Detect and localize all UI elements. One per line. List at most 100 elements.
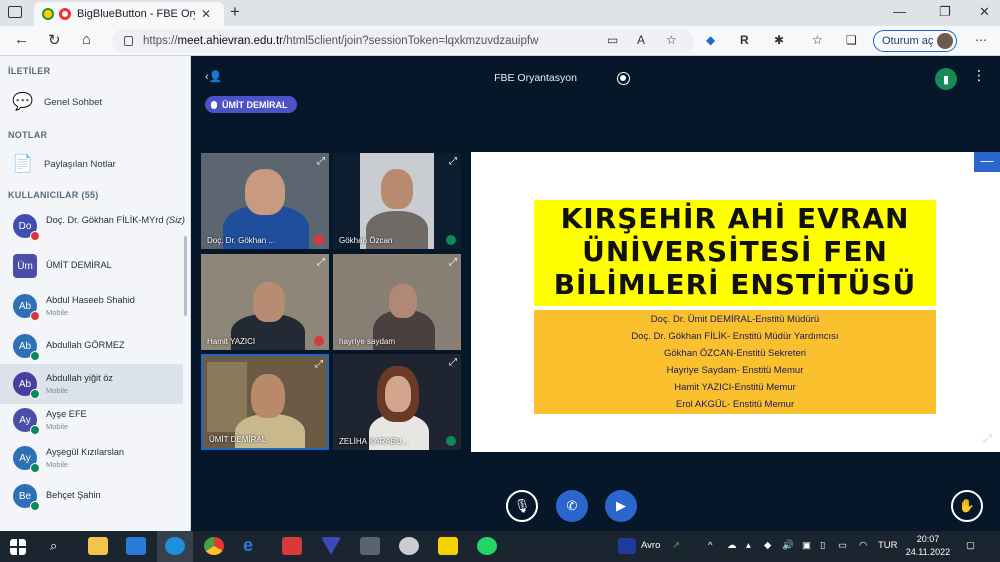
user-list-item[interactable]: Ay Ayşegül Kızılarslan Mobile bbox=[0, 438, 183, 478]
expand-icon[interactable]: ⤢ bbox=[317, 257, 325, 268]
tab-actions-icon[interactable] bbox=[8, 6, 22, 18]
clock-time: 20:07 bbox=[916, 534, 940, 544]
video-tile[interactable]: ⤢ ZELİHA KARABU... bbox=[333, 354, 461, 450]
wifi-icon[interactable]: ◠ bbox=[859, 540, 867, 551]
recording-indicator-icon[interactable] bbox=[617, 72, 630, 85]
user-list-item[interactable]: Ab Abdul Haseeb Shahid Mobile bbox=[0, 286, 183, 326]
dropbox-icon[interactable]: ◆ bbox=[764, 540, 771, 551]
mail-icon[interactable] bbox=[126, 537, 146, 555]
clock[interactable]: 20:07 24.11.2022 bbox=[900, 533, 956, 559]
video-tile[interactable]: ⤢ Gökhan Özcan bbox=[333, 153, 461, 249]
file-explorer-icon[interactable] bbox=[88, 537, 108, 555]
notes-section-title: NOTLAR bbox=[8, 130, 48, 140]
start-icon[interactable] bbox=[10, 539, 26, 555]
lock-icon[interactable] bbox=[124, 36, 133, 46]
minimize-icon[interactable]: — bbox=[893, 4, 906, 19]
app-icon[interactable] bbox=[282, 537, 302, 555]
user-list-item[interactable]: Ab Abdullah yiğit öz Mobile bbox=[0, 364, 183, 404]
expand-icon[interactable]: ⤢ bbox=[449, 257, 457, 268]
fullscreen-icon[interactable]: ⤢ bbox=[983, 433, 997, 447]
maximize-icon[interactable]: ❐ bbox=[939, 4, 951, 20]
user-list-scrollbar[interactable] bbox=[184, 236, 187, 316]
expand-icon[interactable]: ⤢ bbox=[317, 156, 325, 167]
listen-only-icon bbox=[30, 463, 40, 473]
options-menu-icon[interactable]: ⋮ bbox=[972, 67, 986, 84]
browser-tab[interactable]: BigBlueButton - FBE Oryantasyon ✕ bbox=[34, 2, 224, 26]
video-tile[interactable]: ⤢ ÜMİT DEMİRAL bbox=[201, 354, 329, 450]
chrome-icon[interactable] bbox=[204, 537, 224, 555]
user-list-item[interactable]: Ay Ayşe EFE Mobile bbox=[0, 400, 183, 440]
public-chat-item[interactable]: 💬 Genel Sohbet bbox=[12, 92, 102, 112]
mic-off-icon: 🎙 bbox=[513, 498, 531, 513]
user-list-item[interactable]: Be Behçet Şahin bbox=[0, 476, 183, 516]
expand-icon[interactable]: ⤢ bbox=[449, 156, 457, 167]
app-icon[interactable] bbox=[321, 537, 341, 555]
read-aloud-icon[interactable]: A bbox=[637, 33, 645, 47]
video-tile[interactable]: ⤢ Doç. Dr. Gökhan ... bbox=[201, 153, 329, 249]
user-list-item[interactable]: Ab Abdullah GÖRMEZ bbox=[0, 326, 183, 366]
favorites-icon[interactable]: ☆ bbox=[812, 33, 823, 47]
reader-extension-icon[interactable]: R bbox=[740, 33, 749, 47]
signin-label: Oturum aç bbox=[882, 35, 934, 47]
clock-date: 24.11.2022 bbox=[905, 547, 951, 557]
volume-icon[interactable]: 🔊 bbox=[782, 540, 794, 551]
reload-icon[interactable]: ↻ bbox=[48, 31, 61, 49]
participant-head bbox=[245, 169, 285, 215]
tray-app-icon[interactable]: ▣ bbox=[802, 540, 811, 551]
shared-notes-item[interactable]: 📄 Paylaşılan Notlar bbox=[12, 154, 116, 174]
connection-status-icon[interactable]: ▮ bbox=[935, 68, 957, 90]
participant-head bbox=[385, 376, 411, 412]
back-icon[interactable]: ← bbox=[14, 31, 29, 48]
battery-icon[interactable]: ▭ bbox=[838, 540, 847, 551]
raise-hand-button[interactable]: ✋ bbox=[951, 490, 983, 522]
users-section-title: KULLANICILAR (55) bbox=[8, 190, 99, 200]
staff-line: Gökhan ÖZCAN-Enstitü Sekreteri bbox=[663, 348, 807, 359]
sticky-notes-icon[interactable] bbox=[438, 537, 458, 555]
tray-chevron-icon[interactable]: ^ bbox=[708, 540, 712, 551]
video-tile[interactable]: ⤢ Hamit YAZICI bbox=[201, 254, 329, 350]
extension-shield-icon[interactable]: ◆ bbox=[706, 33, 715, 47]
paint-icon[interactable] bbox=[399, 537, 419, 555]
edge-icon[interactable] bbox=[165, 537, 185, 555]
video-name: Hamit YAZICI bbox=[207, 337, 256, 346]
new-tab-button[interactable]: + bbox=[230, 2, 240, 22]
internet-explorer-icon[interactable]: e bbox=[243, 535, 263, 555]
signin-button[interactable]: Oturum aç bbox=[873, 30, 957, 52]
user-list-item[interactable]: Üm ÜMİT DEMİRAL bbox=[0, 246, 183, 286]
shared-notes-label: Paylaşılan Notlar bbox=[44, 158, 116, 170]
search-icon[interactable]: ⌕ bbox=[50, 538, 57, 554]
tray-app-icon[interactable]: ▴ bbox=[746, 540, 751, 551]
expand-icon[interactable]: ⤢ bbox=[449, 357, 457, 368]
camera-icon: ▶ bbox=[616, 498, 626, 513]
audio-button[interactable]: ✆ bbox=[556, 490, 588, 522]
weather-label[interactable]: Avro bbox=[641, 540, 660, 551]
user-name: Abdullah yiğit öz bbox=[46, 373, 113, 383]
tray-app-icon[interactable]: ▯ bbox=[820, 540, 825, 551]
phone-icon: ✆ bbox=[566, 498, 578, 513]
browser-menu-icon[interactable]: ⋯ bbox=[975, 33, 987, 47]
talking-indicator[interactable]: ÜMİT DEMİRAL bbox=[205, 96, 297, 113]
expand-icon[interactable]: ⤢ bbox=[315, 359, 323, 370]
close-window-icon[interactable]: ✕ bbox=[979, 4, 990, 20]
whatsapp-icon[interactable] bbox=[477, 537, 497, 555]
notifications-icon[interactable]: ▢ bbox=[966, 540, 975, 551]
extensions-icon[interactable]: ✱ bbox=[774, 33, 784, 47]
language-indicator[interactable]: TUR bbox=[878, 540, 898, 551]
tab-close-icon[interactable]: ✕ bbox=[201, 7, 211, 21]
home-icon[interactable]: ⌂ bbox=[82, 31, 91, 48]
video-tile[interactable]: ⤢ hayriye saydam bbox=[333, 254, 461, 350]
video-button[interactable]: ▶ bbox=[605, 490, 637, 522]
mute-button[interactable]: 🎙 bbox=[506, 490, 538, 522]
collections-icon[interactable]: ❏ bbox=[846, 33, 857, 47]
minimize-presentation-button[interactable]: — bbox=[974, 152, 1000, 172]
add-favorite-icon[interactable]: ☆ bbox=[666, 33, 677, 47]
user-list-item[interactable]: Do Doç. Dr. Gökhan FİLİK-MYrd (Siz) bbox=[0, 206, 185, 246]
avatar: Üm bbox=[13, 254, 37, 278]
muted-mic-icon bbox=[30, 311, 40, 321]
cloud-icon[interactable]: ☁ bbox=[727, 540, 737, 551]
calculator-icon[interactable] bbox=[360, 537, 380, 555]
camera-permission-icon[interactable]: ▭ bbox=[607, 33, 618, 47]
slide-title-line: KIRŞEHİR AHİ EVRAN bbox=[560, 202, 910, 235]
staff-line: Doç. Dr. Ümit DEMİRAL-Enstitü Müdürü bbox=[650, 314, 820, 325]
participant-head bbox=[253, 282, 285, 322]
